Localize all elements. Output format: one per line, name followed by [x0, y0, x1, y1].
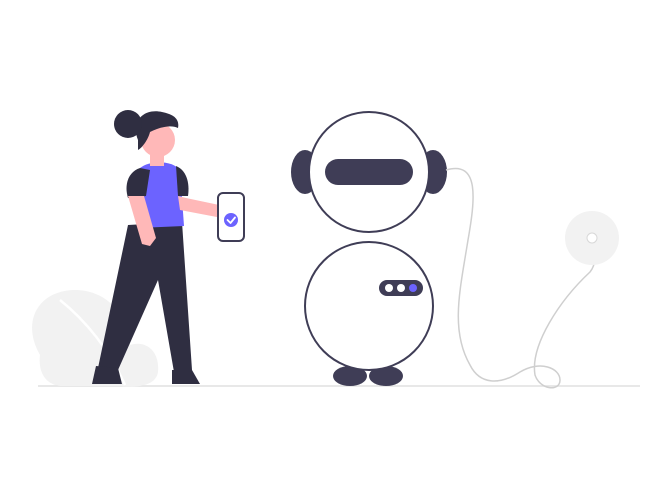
robot	[291, 111, 447, 386]
robot-visor	[325, 159, 413, 185]
person-sleeve-right	[176, 166, 189, 196]
robot-indicator-light-2	[397, 284, 405, 292]
person-figure	[92, 110, 228, 384]
power-cable	[445, 167, 596, 389]
illustration-scene	[0, 0, 650, 480]
person-hair-bun	[114, 110, 142, 138]
robot-indicator-light-3	[409, 284, 417, 292]
outlet-icon	[565, 211, 619, 265]
outlet-socket	[586, 232, 598, 244]
smartphone	[217, 192, 245, 242]
illustration-svg	[32, 110, 640, 389]
person-shoe-right	[172, 370, 200, 384]
check-circle-icon	[224, 213, 238, 227]
person-shoe-left	[92, 366, 122, 384]
robot-body	[304, 241, 434, 371]
robot-indicator-light-1	[385, 284, 393, 292]
